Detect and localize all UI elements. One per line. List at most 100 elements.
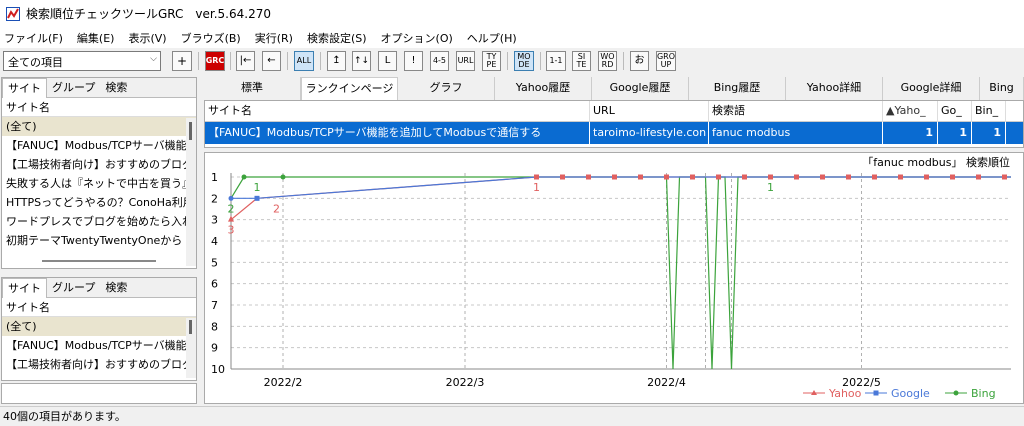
exclaim-button[interactable]: ! — [404, 51, 423, 71]
site-panel-top: サイト グループ 検索 サイト名 (全て) 【FANUC】Modbus/TCPサ… — [1, 77, 197, 269]
menu-browse[interactable]: ブラウズ(B) — [181, 30, 241, 46]
group-button[interactable]: GRO UP — [656, 51, 676, 71]
cell-url[interactable]: taroimo-lifestyle.con — [590, 122, 709, 144]
menu-run[interactable]: 実行(R) — [255, 30, 293, 46]
y-tick-label: 2 — [211, 192, 218, 205]
add-button[interactable]: + — [172, 51, 192, 71]
y-tick-label: 9 — [211, 342, 218, 355]
filter-combo[interactable]: 全ての項目 ⌵ — [3, 51, 161, 71]
l-button[interactable]: L — [378, 51, 397, 71]
tab-graph[interactable]: グラフ — [398, 77, 495, 100]
menu-view[interactable]: 表示(V) — [128, 30, 166, 46]
legend-label-yahoo: Yahoo — [828, 387, 862, 400]
menu-edit[interactable]: 編集(E) — [77, 30, 115, 46]
cell-bing-rank[interactable]: 1 — [972, 122, 1006, 144]
list-item[interactable]: (全て) — [2, 117, 196, 136]
list-item[interactable]: 【FANUC】Modbus/TCPサーバ機能 — [2, 136, 196, 155]
data-point-yahoo — [950, 174, 955, 180]
top-button[interactable]: ↥ — [327, 51, 346, 71]
tab-group[interactable]: グループ — [47, 278, 100, 298]
data-point-yahoo — [534, 174, 539, 180]
cell-yahoo-rank[interactable]: 1 — [883, 122, 938, 144]
list-item[interactable]: 【工場技術者向け】おすすめのブログ立 — [2, 355, 196, 374]
first-button[interactable]: |← — [236, 51, 255, 71]
legend-label-bing: Bing — [971, 387, 996, 400]
back-button[interactable]: ← — [262, 51, 281, 71]
x-tick-label: 2022/2 — [264, 376, 303, 389]
tab-site[interactable]: サイト — [2, 278, 47, 298]
tab-google-detail[interactable]: Google詳細 — [883, 77, 980, 100]
tab-yahoo-history[interactable]: Yahoo履歴 — [495, 77, 592, 100]
o-button[interactable]: お — [630, 51, 649, 71]
vertical-scrollbar[interactable] — [186, 118, 196, 266]
data-label: 1 — [767, 181, 774, 194]
chart-title: 「fanuc modbus」 検索順位 — [862, 155, 1010, 169]
range-button[interactable]: 4-5 — [430, 51, 449, 71]
site-list-header[interactable]: サイト名 — [2, 98, 196, 117]
list-item[interactable]: HTTPSってどうやるの？ConoHa利用 — [2, 193, 196, 212]
tab-rank-in-page[interactable]: ランクインページ — [301, 77, 398, 100]
tab-standard[interactable]: 標準 — [204, 77, 301, 100]
site-list-header[interactable]: サイト名 — [2, 298, 196, 317]
word-button[interactable]: WO RD — [598, 51, 617, 71]
one-one-button[interactable]: 1-1 — [546, 51, 566, 71]
tab-site[interactable]: サイト — [2, 78, 47, 98]
column-url[interactable]: URL — [590, 101, 709, 122]
toolbar: 全ての項目 ⌵ + GRC |← ← ALL ↥ ↑↓ L ! 4-5 URL … — [0, 48, 1024, 74]
list-item[interactable]: (全て) — [2, 317, 196, 336]
panel-tabs: サイト グループ 検索 — [2, 278, 196, 298]
data-point-yahoo — [872, 174, 877, 180]
tab-search[interactable]: 検索 — [100, 78, 132, 98]
column-site-name[interactable]: サイト名 — [205, 101, 590, 122]
type-button[interactable]: TY PE — [482, 51, 501, 71]
menu-options[interactable]: オプション(O) — [381, 30, 453, 46]
tab-google-history[interactable]: Google履歴 — [592, 77, 689, 100]
legend-label-google: Google — [891, 387, 930, 400]
table-row[interactable]: 【FANUC】Modbus/TCPサーバ機能を追加してModbusで通信する t… — [205, 122, 1023, 144]
horizontal-scrollbar-thumb[interactable] — [42, 260, 156, 262]
cell-site-name[interactable]: 【FANUC】Modbus/TCPサーバ機能を追加してModbusで通信する — [205, 122, 590, 144]
x-tick-label: 2022/3 — [446, 376, 485, 389]
menu-search-settings[interactable]: 検索設定(S) — [307, 30, 367, 46]
tab-group[interactable]: グループ — [47, 78, 100, 98]
tab-bing-detail[interactable]: Bing — [980, 77, 1024, 100]
data-point-yahoo — [664, 174, 669, 180]
column-keyword[interactable]: 検索語 — [709, 101, 883, 122]
list-item[interactable]: 失敗する人は『ネットで中古を買う』| — [2, 174, 196, 193]
list-item[interactable]: 【FANUC】Modbus/TCPサーバ機能 — [2, 336, 196, 355]
menu-file[interactable]: ファイル(F) — [4, 30, 63, 46]
series-line-google — [231, 176, 1011, 199]
grc-button[interactable]: GRC — [205, 51, 225, 71]
url-button[interactable]: URL — [456, 51, 475, 71]
updown-button[interactable]: ↑↓ — [352, 51, 371, 71]
scrollbar-thumb[interactable] — [189, 122, 192, 140]
column-bing[interactable]: Bin_ — [972, 101, 1006, 122]
vertical-scrollbar[interactable] — [186, 318, 196, 378]
tab-yahoo-detail[interactable]: Yahoo詳細 — [786, 77, 883, 100]
list-item[interactable]: 初期テーマTwentyTwentyOneから — [2, 231, 196, 250]
data-point-yahoo — [768, 174, 773, 180]
column-google[interactable]: Go_ — [938, 101, 972, 122]
chevron-down-icon[interactable]: ⌵ — [150, 54, 157, 64]
site-button[interactable]: SI TE — [572, 51, 591, 71]
list-item[interactable]: 【工場技術者向け】おすすめのブログ立 — [2, 155, 196, 174]
list-item[interactable]: ワードプレスでブログを始めたら入れるブ — [2, 212, 196, 231]
tab-search[interactable]: 検索 — [100, 278, 132, 298]
mode-button[interactable]: MO DE — [514, 51, 534, 71]
all-button[interactable]: ALL — [294, 51, 314, 71]
panel-tabs: サイト グループ 検索 — [2, 78, 196, 98]
tab-bing-history[interactable]: Bing履歴 — [689, 77, 786, 100]
app-icon — [6, 6, 20, 21]
cell-google-rank[interactable]: 1 — [938, 122, 972, 144]
data-point-google — [228, 195, 234, 201]
rank-chart: 「fanuc modbus」 検索順位123456789102022/2 2022… — [211, 155, 1011, 400]
site-panel-bottom: サイト グループ 検索 サイト名 (全て) 【FANUC】Modbus/TCPサ… — [1, 277, 197, 381]
result-grid: サイト名 URL 検索語 ▲Yaho_ Go_ Bin_ 【FANUC】Modb… — [204, 100, 1024, 148]
data-label: 2 — [273, 202, 280, 215]
menu-help[interactable]: ヘルプ(H) — [467, 30, 517, 46]
scrollbar-thumb[interactable] — [189, 320, 192, 334]
column-yahoo[interactable]: ▲Yaho_ — [883, 101, 938, 122]
y-tick-label: 8 — [211, 320, 218, 333]
cell-keyword[interactable]: fanuc modbus — [709, 122, 883, 144]
data-point-bing — [280, 174, 286, 180]
